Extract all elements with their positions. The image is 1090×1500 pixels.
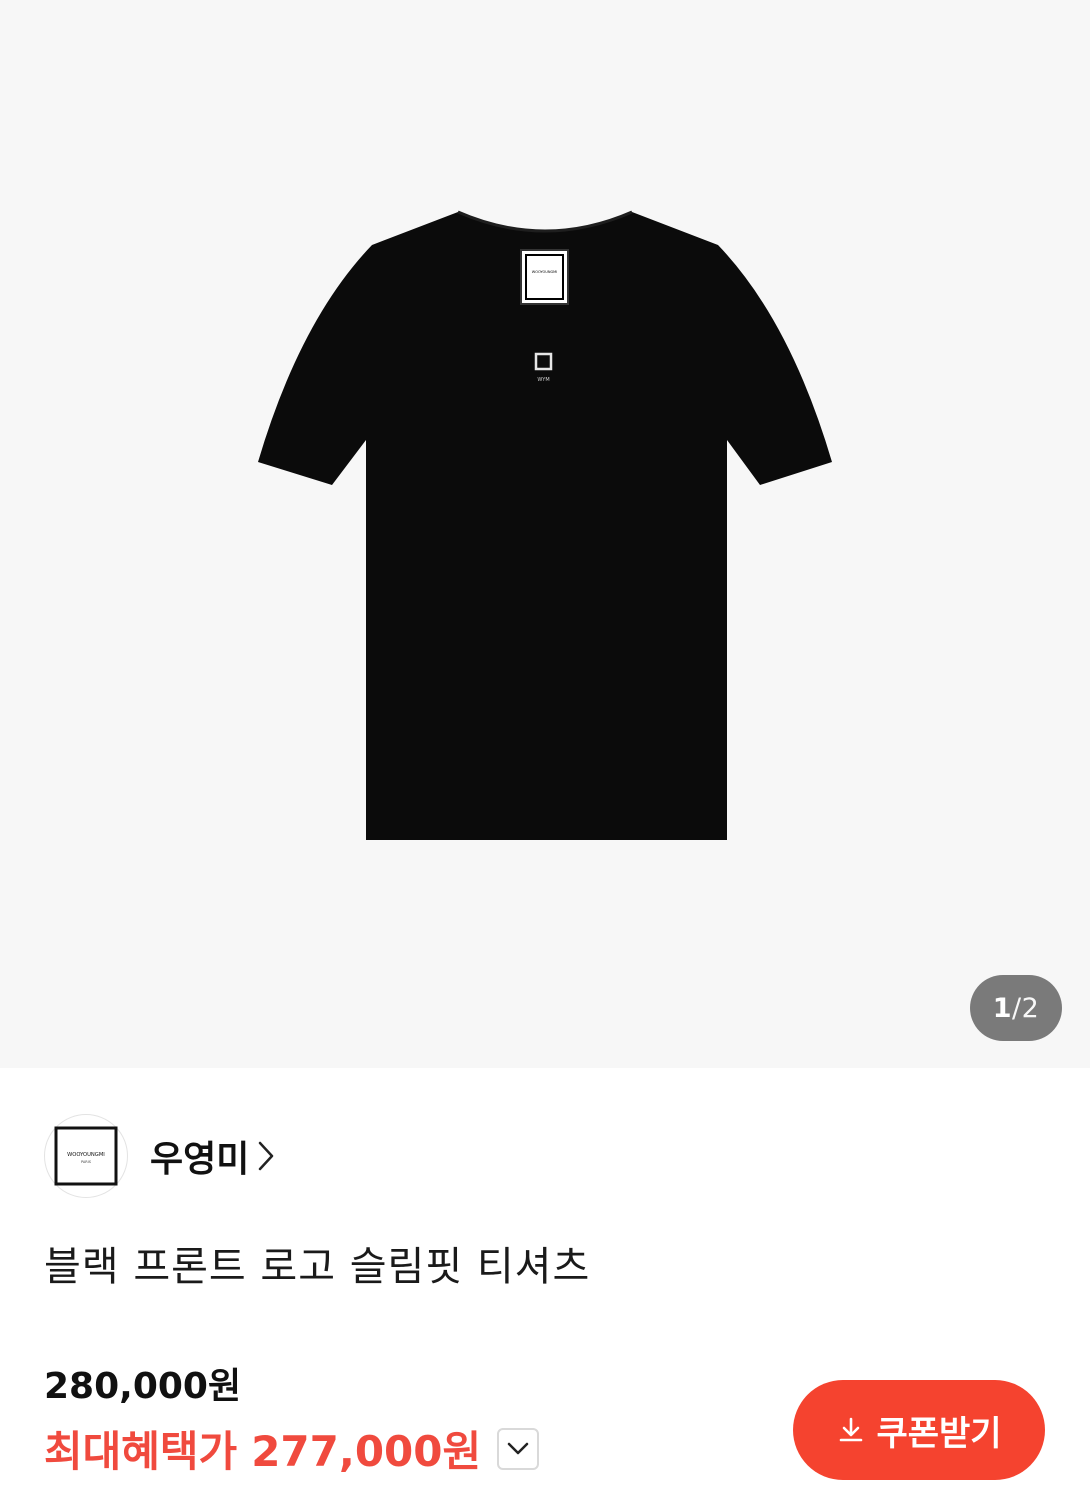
chevron-right-icon[interactable] [257, 1140, 275, 1172]
chevron-down-icon [507, 1442, 529, 1454]
brand-link[interactable]: WOOYOUNGMI PARIS 우영미 [44, 1113, 275, 1199]
download-icon [836, 1415, 866, 1445]
neck-label-text: WOOYOUNGMI [532, 270, 557, 274]
image-page-indicator: 1/2 [970, 975, 1062, 1041]
original-price: 280,000원 [44, 1366, 242, 1407]
max-benefit-price-row: 최대혜택가 277,000원 [44, 1418, 540, 1479]
product-image-gallery[interactable]: WOOYOUNGMI WYM 1/2 [0, 0, 1090, 1068]
brand-logo[interactable]: WOOYOUNGMI PARIS [44, 1114, 128, 1198]
brand-logo-mark: WOOYOUNGMI PARIS [54, 1126, 118, 1186]
benefit-details-toggle[interactable] [497, 1427, 540, 1470]
brand-logo-subtext: PARIS [81, 1160, 92, 1164]
product-image: WOOYOUNGMI WYM [258, 210, 832, 840]
total-pages: 2 [1021, 992, 1040, 1024]
current-page: 1 [992, 992, 1012, 1024]
tshirt-shape [258, 212, 832, 840]
brand-logo-text: WOOYOUNGMI [67, 1152, 105, 1158]
chest-logo-text: WYM [537, 377, 549, 383]
neck-label [520, 249, 569, 305]
product-title: 블랙 프론트 로고 슬림핏 티셔츠 [44, 1244, 591, 1290]
coupon-button-label: 쿠폰받기 [876, 1413, 1002, 1454]
max-benefit-price: 277,000원 [251, 1427, 482, 1476]
brand-name[interactable]: 우영미 [150, 1130, 249, 1182]
get-coupon-button[interactable]: 쿠폰받기 [793, 1380, 1045, 1480]
page-separator: / [1012, 992, 1022, 1024]
max-benefit-label: 최대혜택가 [44, 1427, 238, 1476]
